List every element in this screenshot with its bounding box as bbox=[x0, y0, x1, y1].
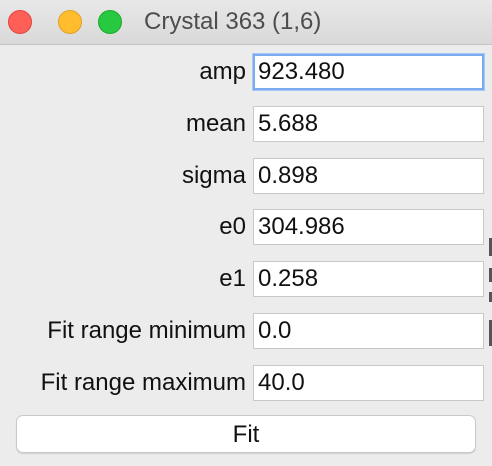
fit-range-maximum-row: Fit range maximum bbox=[0, 363, 492, 403]
window-title: Crystal 363 (1,6) bbox=[144, 8, 322, 35]
fit-range-maximum-input[interactable] bbox=[253, 365, 484, 401]
zoom-window-button[interactable] bbox=[98, 10, 122, 34]
close-window-button[interactable] bbox=[8, 10, 32, 34]
e1-input[interactable] bbox=[253, 261, 484, 297]
e0-input[interactable] bbox=[253, 209, 484, 245]
e1-label: e1 bbox=[219, 265, 246, 292]
mean-input[interactable] bbox=[253, 106, 484, 142]
fit-parameters-window: Crystal 363 (1,6) amp mean sigma e0 e1 F… bbox=[0, 0, 492, 466]
amp-label: amp bbox=[199, 58, 246, 85]
amp-row: amp bbox=[0, 52, 492, 92]
fit-range-maximum-label: Fit range maximum bbox=[40, 369, 246, 396]
fit-button[interactable]: Fit bbox=[16, 415, 476, 453]
e0-row: e0 bbox=[0, 207, 492, 247]
sigma-row: sigma bbox=[0, 156, 492, 196]
fit-range-minimum-row: Fit range minimum bbox=[0, 311, 492, 351]
mean-row: mean bbox=[0, 104, 492, 144]
title-bar[interactable]: Crystal 363 (1,6) bbox=[0, 0, 492, 45]
mean-label: mean bbox=[185, 110, 246, 137]
fit-range-minimum-input[interactable] bbox=[253, 313, 484, 349]
minimize-window-button[interactable] bbox=[58, 10, 82, 34]
amp-input[interactable] bbox=[253, 54, 484, 90]
e0-label: e0 bbox=[219, 213, 246, 240]
e1-row: e1 bbox=[0, 259, 492, 299]
sigma-label: sigma bbox=[181, 162, 246, 189]
fit-range-minimum-label: Fit range minimum bbox=[47, 317, 246, 344]
sigma-input[interactable] bbox=[253, 158, 484, 194]
